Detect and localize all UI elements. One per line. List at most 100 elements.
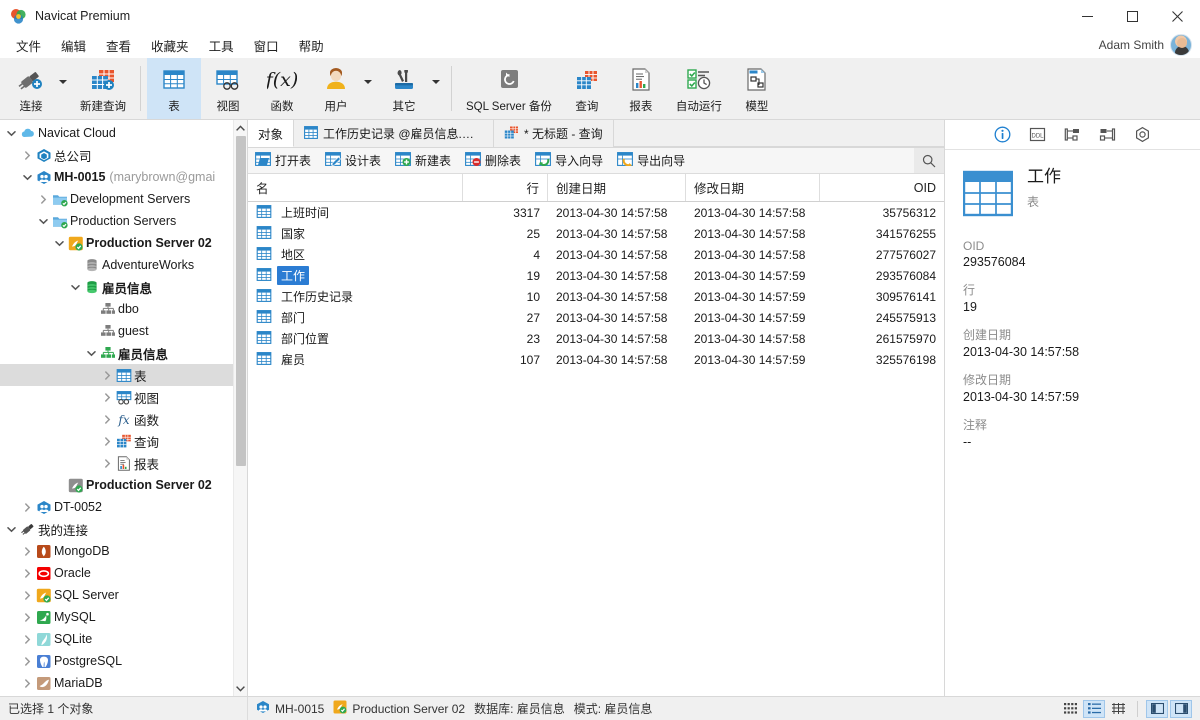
user-dropdown-caret[interactable] bbox=[363, 58, 377, 119]
toolbar-function[interactable]: f(x) 函数 bbox=[255, 58, 309, 119]
tree-node-16[interactable]: Production Server 02 bbox=[0, 474, 233, 496]
toolbar-model[interactable]: 模型 bbox=[730, 58, 784, 119]
view-detail-icon[interactable] bbox=[1059, 700, 1081, 718]
relation-icon[interactable] bbox=[1099, 126, 1116, 143]
design-table-button[interactable]: 设计表 bbox=[318, 149, 388, 172]
structure-icon[interactable] bbox=[1064, 126, 1081, 143]
tree-node-7[interactable]: 雇员信息 bbox=[0, 276, 233, 298]
chevron-right-icon[interactable] bbox=[20, 679, 34, 688]
chevron-right-icon[interactable] bbox=[20, 591, 34, 600]
chevron-right-icon[interactable] bbox=[100, 459, 114, 468]
grid-column-header[interactable]: 修改日期 bbox=[686, 174, 820, 201]
tree-node-15[interactable]: 报表 bbox=[0, 452, 233, 474]
info-icon[interactable] bbox=[994, 126, 1011, 143]
toggle-left-panel-icon[interactable] bbox=[1146, 700, 1168, 718]
tab-table-history[interactable]: 工作历史记录 @雇员信息.僱... bbox=[294, 120, 494, 147]
chevron-right-icon[interactable] bbox=[100, 437, 114, 446]
tree-node-0[interactable]: Navicat Cloud bbox=[0, 122, 233, 144]
table-row[interactable]: 工作192013-04-30 14:57:582013-04-30 14:57:… bbox=[248, 265, 944, 286]
chevron-down-icon[interactable] bbox=[68, 284, 82, 291]
grid-column-header[interactable]: 名 bbox=[248, 174, 463, 201]
menu-file[interactable]: 文件 bbox=[6, 33, 51, 58]
chevron-right-icon[interactable] bbox=[20, 635, 34, 644]
table-row[interactable]: 雇员1072013-04-30 14:57:582013-04-30 14:57… bbox=[248, 349, 944, 370]
import-wizard-button[interactable]: 导入向导 bbox=[528, 149, 610, 172]
scroll-up-icon[interactable] bbox=[234, 120, 247, 136]
chevron-right-icon[interactable] bbox=[20, 569, 34, 578]
tree-node-11[interactable]: 表 bbox=[0, 364, 233, 386]
tree-node-9[interactable]: guest bbox=[0, 320, 233, 342]
toolbar-sqlserver-backup[interactable]: SQL Server 备份 bbox=[458, 58, 560, 119]
toolbar-view[interactable]: 视图 bbox=[201, 58, 255, 119]
new-table-button[interactable]: 新建表 bbox=[388, 149, 458, 172]
chevron-right-icon[interactable] bbox=[100, 415, 114, 424]
search-icon[interactable] bbox=[914, 148, 944, 173]
view-grid-icon[interactable] bbox=[1107, 700, 1129, 718]
tree-node-5[interactable]: Production Server 02 bbox=[0, 232, 233, 254]
chevron-down-icon[interactable] bbox=[20, 174, 34, 181]
chevron-right-icon[interactable] bbox=[20, 151, 34, 160]
chevron-right-icon[interactable] bbox=[20, 503, 34, 512]
grid-column-header[interactable]: OID bbox=[820, 174, 944, 201]
chevron-down-icon[interactable] bbox=[52, 240, 66, 247]
toolbar-query[interactable]: 查询 bbox=[560, 58, 614, 119]
tree-node-21[interactable]: SQL Server bbox=[0, 584, 233, 606]
open-table-button[interactable]: 打开表 bbox=[248, 149, 318, 172]
toggle-right-panel-icon[interactable] bbox=[1170, 700, 1192, 718]
minimize-button[interactable] bbox=[1065, 0, 1110, 32]
tree-node-6[interactable]: AdventureWorks bbox=[0, 254, 233, 276]
scrollbar-thumb[interactable] bbox=[236, 136, 246, 466]
delete-table-button[interactable]: 删除表 bbox=[458, 149, 528, 172]
grid-column-header[interactable]: 行 bbox=[463, 174, 548, 201]
tree-node-13[interactable]: fx函数 bbox=[0, 408, 233, 430]
tree-node-20[interactable]: Oracle bbox=[0, 562, 233, 584]
chevron-right-icon[interactable] bbox=[20, 613, 34, 622]
menu-tools[interactable]: 工具 bbox=[199, 33, 244, 58]
menu-help[interactable]: 帮助 bbox=[289, 33, 334, 58]
tree-node-18[interactable]: 我的连接 bbox=[0, 518, 233, 540]
chevron-right-icon[interactable] bbox=[20, 547, 34, 556]
chevron-down-icon[interactable] bbox=[36, 218, 50, 225]
table-row[interactable]: 国家252013-04-30 14:57:582013-04-30 14:57:… bbox=[248, 223, 944, 244]
tree-node-12[interactable]: 视图 bbox=[0, 386, 233, 408]
toolbar-new-query[interactable]: 新建查询 bbox=[72, 58, 134, 119]
tree-node-17[interactable]: DT-0052 bbox=[0, 496, 233, 518]
menu-window[interactable]: 窗口 bbox=[244, 33, 289, 58]
menu-favorites[interactable]: 收藏夹 bbox=[141, 33, 199, 58]
chevron-right-icon[interactable] bbox=[100, 393, 114, 402]
table-row[interactable]: 上班时间33172013-04-30 14:57:582013-04-30 14… bbox=[248, 202, 944, 223]
chevron-right-icon[interactable] bbox=[20, 657, 34, 666]
chevron-right-icon[interactable] bbox=[36, 195, 50, 204]
tree-node-10[interactable]: 雇员信息 bbox=[0, 342, 233, 364]
export-wizard-button[interactable]: 导出向导 bbox=[610, 149, 692, 172]
chevron-right-icon[interactable] bbox=[100, 371, 114, 380]
settings-icon[interactable] bbox=[1134, 126, 1151, 143]
menu-view[interactable]: 查看 bbox=[96, 33, 141, 58]
tree-node-4[interactable]: Production Servers bbox=[0, 210, 233, 232]
table-row[interactable]: 地区42013-04-30 14:57:582013-04-30 14:57:5… bbox=[248, 244, 944, 265]
scrollbar-track[interactable] bbox=[234, 136, 247, 680]
close-button[interactable] bbox=[1155, 0, 1200, 32]
user-account[interactable]: Adam Smith bbox=[1099, 34, 1192, 56]
avatar[interactable] bbox=[1170, 34, 1192, 56]
toolbar-other[interactable]: 其它 bbox=[377, 58, 431, 119]
tree-node-25[interactable]: MariaDB bbox=[0, 672, 233, 694]
ddl-icon[interactable]: DDL bbox=[1029, 126, 1046, 143]
maximize-button[interactable] bbox=[1110, 0, 1155, 32]
table-row[interactable]: 工作历史记录102013-04-30 14:57:582013-04-30 14… bbox=[248, 286, 944, 307]
chevron-down-icon[interactable] bbox=[84, 350, 98, 357]
connection-dropdown-caret[interactable] bbox=[58, 58, 72, 119]
toolbar-automation[interactable]: 自动运行 bbox=[668, 58, 730, 119]
scroll-down-icon[interactable] bbox=[234, 680, 247, 696]
toolbar-user[interactable]: 用户 bbox=[309, 58, 363, 119]
tree-node-2[interactable]: MH-0015(marybrown@gmai bbox=[0, 166, 233, 188]
tree-node-14[interactable]: 查询 bbox=[0, 430, 233, 452]
tree-node-24[interactable]: PostgreSQL bbox=[0, 650, 233, 672]
tree-node-23[interactable]: SQLite bbox=[0, 628, 233, 650]
tree-node-19[interactable]: MongoDB bbox=[0, 540, 233, 562]
tree-node-3[interactable]: Development Servers bbox=[0, 188, 233, 210]
table-row[interactable]: 部门位置232013-04-30 14:57:582013-04-30 14:5… bbox=[248, 328, 944, 349]
toolbar-report[interactable]: 报表 bbox=[614, 58, 668, 119]
table-row[interactable]: 部门272013-04-30 14:57:582013-04-30 14:57:… bbox=[248, 307, 944, 328]
chevron-down-icon[interactable] bbox=[4, 526, 18, 533]
